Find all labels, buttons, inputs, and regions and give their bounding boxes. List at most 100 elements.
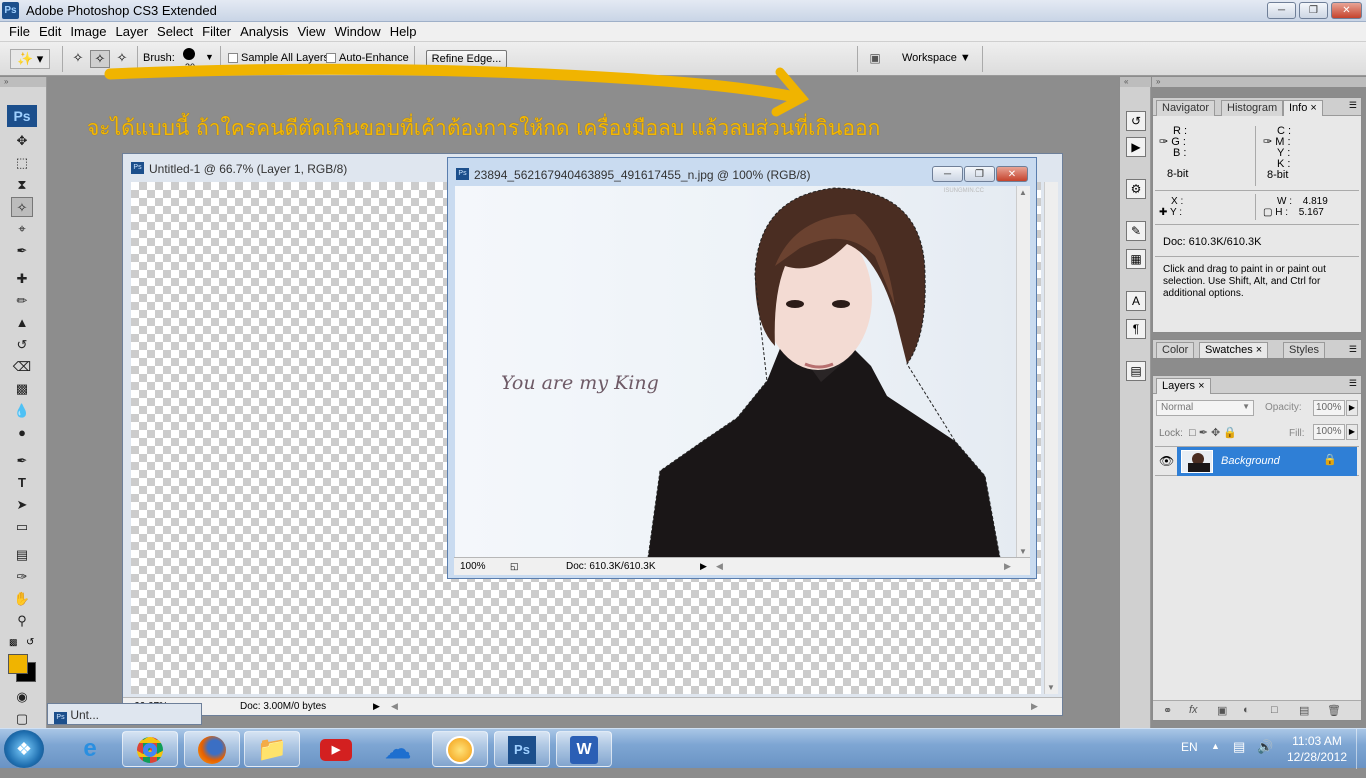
skydrive-icon[interactable]: ☁	[370, 731, 426, 767]
menu-file[interactable]: File	[9, 22, 30, 39]
minimized-document[interactable]: Ps Unt...	[47, 703, 202, 725]
crop-tool-icon[interactable]: ⌖	[11, 219, 33, 239]
tab-color[interactable]: Color	[1156, 342, 1195, 358]
quick-selection-tool-icon[interactable]: ✧	[11, 197, 33, 217]
hand-tool-icon[interactable]: ✋	[11, 589, 33, 609]
path-selection-tool-icon[interactable]: ➤	[11, 495, 33, 515]
menu-window[interactable]: Window	[334, 22, 380, 39]
menu-layer[interactable]: Layer	[116, 22, 149, 39]
tab-histogram[interactable]: Histogram	[1221, 100, 1284, 116]
close-icon[interactable]: ×	[1310, 102, 1316, 114]
eyedropper-tool-icon[interactable]: ✑	[11, 567, 33, 587]
menu-select[interactable]: Select	[157, 22, 193, 39]
delete-layer-icon[interactable]: 🗑	[1327, 704, 1341, 717]
start-button[interactable]: ❖	[4, 730, 44, 768]
tool-presets-icon[interactable]: ⚙	[1126, 179, 1146, 199]
scroll-up-icon[interactable]: ▲	[1019, 188, 1027, 197]
quick-mask-icon[interactable]: ◉	[11, 687, 33, 707]
tab-styles[interactable]: Styles	[1283, 342, 1325, 358]
photo-close-button[interactable]: ✕	[996, 166, 1028, 182]
clone-stamp-tool-icon[interactable]: ▲	[11, 313, 33, 333]
toolbox-collapse-icon[interactable]: »	[0, 77, 46, 87]
lasso-tool-icon[interactable]: ⧗	[11, 175, 33, 195]
opacity-field[interactable]: 100%	[1313, 400, 1345, 416]
brush-tool-icon[interactable]: ✏	[11, 291, 33, 311]
fill-field[interactable]: 100%	[1313, 424, 1345, 440]
document-window-photo[interactable]: Ps 23894_562167940463895_491617455_n.jpg…	[447, 157, 1037, 579]
pen-tool-icon[interactable]: ✒	[11, 451, 33, 471]
menu-filter[interactable]: Filter	[202, 22, 231, 39]
panel-menu-icon[interactable]: ☰	[1349, 100, 1357, 111]
new-group-icon[interactable]: □	[1271, 704, 1278, 716]
panel-menu-icon[interactable]: ☰	[1349, 378, 1357, 389]
eraser-tool-icon[interactable]: ⌫	[11, 357, 33, 377]
scroll-left-icon[interactable]: ◀	[716, 558, 723, 575]
scroll-left-icon[interactable]: ◀	[391, 698, 398, 715]
scroll-right-icon[interactable]: ▶	[1004, 558, 1011, 575]
character-panel-icon[interactable]: A	[1126, 291, 1146, 311]
photo-vertical-scrollbar[interactable]: ▲ ▼	[1016, 186, 1030, 558]
word-icon[interactable]: W	[556, 731, 612, 767]
brushes-panel-icon[interactable]: ✎	[1126, 221, 1146, 241]
menu-help[interactable]: Help	[390, 22, 417, 39]
scroll-down-icon[interactable]: ▼	[1047, 683, 1055, 692]
layer-name[interactable]: Background	[1221, 455, 1280, 467]
chevron-down-icon[interactable]: ▼	[205, 52, 214, 62]
menu-analysis[interactable]: Analysis	[240, 22, 288, 39]
minimize-button[interactable]: ─	[1267, 2, 1296, 19]
history-brush-tool-icon[interactable]: ↺	[11, 335, 33, 355]
status-arrow-icon[interactable]: ▶	[700, 558, 707, 575]
layer-row-background[interactable]: 👁 Background 🔒	[1155, 446, 1359, 476]
firefox-icon[interactable]	[184, 731, 240, 767]
photo-minimize-button[interactable]: ─	[932, 166, 963, 182]
youtube-icon[interactable]: ▶	[308, 731, 364, 767]
lock-icons[interactable]: □ ✒ ✥ 🔒	[1189, 426, 1237, 439]
network-icon[interactable]: ▤	[1233, 739, 1245, 755]
opacity-slider-icon[interactable]: ▶	[1346, 400, 1358, 416]
fill-slider-icon[interactable]: ▶	[1346, 424, 1358, 440]
close-icon[interactable]: ×	[1198, 380, 1204, 392]
adjustment-layer-icon[interactable]: ◐	[1243, 704, 1250, 716]
status-menu-icon[interactable]: ◱	[510, 558, 519, 575]
strip-collapse-icon[interactable]: «	[1120, 77, 1151, 87]
default-colors-icon[interactable]: ▩	[9, 637, 18, 648]
photo-zoom-level[interactable]: 100%	[460, 558, 486, 575]
type-tool-icon[interactable]: T	[11, 473, 33, 493]
blur-tool-icon[interactable]: 💧	[11, 401, 33, 421]
photoshop-taskbar-icon[interactable]: Ps	[494, 731, 550, 767]
internet-explorer-icon[interactable]: e	[62, 731, 118, 767]
blend-mode-select[interactable]: Normal ▼	[1156, 400, 1254, 416]
panel-menu-icon[interactable]: ☰	[1349, 344, 1357, 355]
dodge-tool-icon[interactable]: ●	[11, 423, 33, 443]
menu-view[interactable]: View	[297, 22, 325, 39]
layer-style-icon[interactable]: fx	[1189, 704, 1198, 716]
paragraph-panel-icon[interactable]: ¶	[1126, 319, 1146, 339]
visibility-eye-icon[interactable]: 👁	[1159, 454, 1174, 468]
scroll-down-icon[interactable]: ▼	[1019, 547, 1027, 556]
shape-tool-icon[interactable]: ▭	[11, 517, 33, 537]
tab-info[interactable]: Info ×	[1283, 100, 1323, 116]
windows-explorer-icon[interactable]: 📁	[244, 731, 300, 767]
close-button[interactable]: ✕	[1331, 2, 1362, 19]
notes-tool-icon[interactable]: ▤	[11, 545, 33, 565]
gradient-tool-icon[interactable]: ▩	[11, 379, 33, 399]
scroll-right-icon[interactable]: ▶	[1031, 698, 1038, 715]
status-arrow-icon[interactable]: ▶	[373, 698, 380, 715]
messenger-icon[interactable]	[432, 731, 488, 767]
healing-brush-tool-icon[interactable]: ✚	[11, 269, 33, 289]
brush-preview-icon[interactable]	[183, 48, 195, 60]
language-indicator[interactable]: EN	[1181, 740, 1198, 754]
move-tool-icon[interactable]: ✥	[11, 131, 33, 151]
tab-layers[interactable]: Layers ×	[1156, 378, 1211, 394]
vertical-scrollbar[interactable]: ▼	[1044, 182, 1058, 694]
close-icon[interactable]: ×	[1256, 344, 1262, 356]
marquee-tool-icon[interactable]: ⬚	[11, 153, 33, 173]
menu-image[interactable]: Image	[70, 22, 106, 39]
volume-icon[interactable]: 🔊	[1257, 739, 1273, 755]
layer-comps-icon[interactable]: ▤	[1126, 361, 1146, 381]
slice-tool-icon[interactable]: ✒	[11, 241, 33, 261]
zoom-tool-icon[interactable]: ⚲	[11, 611, 33, 631]
tool-preset-picker[interactable]: ✨ ▾	[10, 49, 50, 69]
swap-colors-icon[interactable]: ↺	[26, 637, 34, 648]
clone-source-icon[interactable]: ▦	[1126, 249, 1146, 269]
